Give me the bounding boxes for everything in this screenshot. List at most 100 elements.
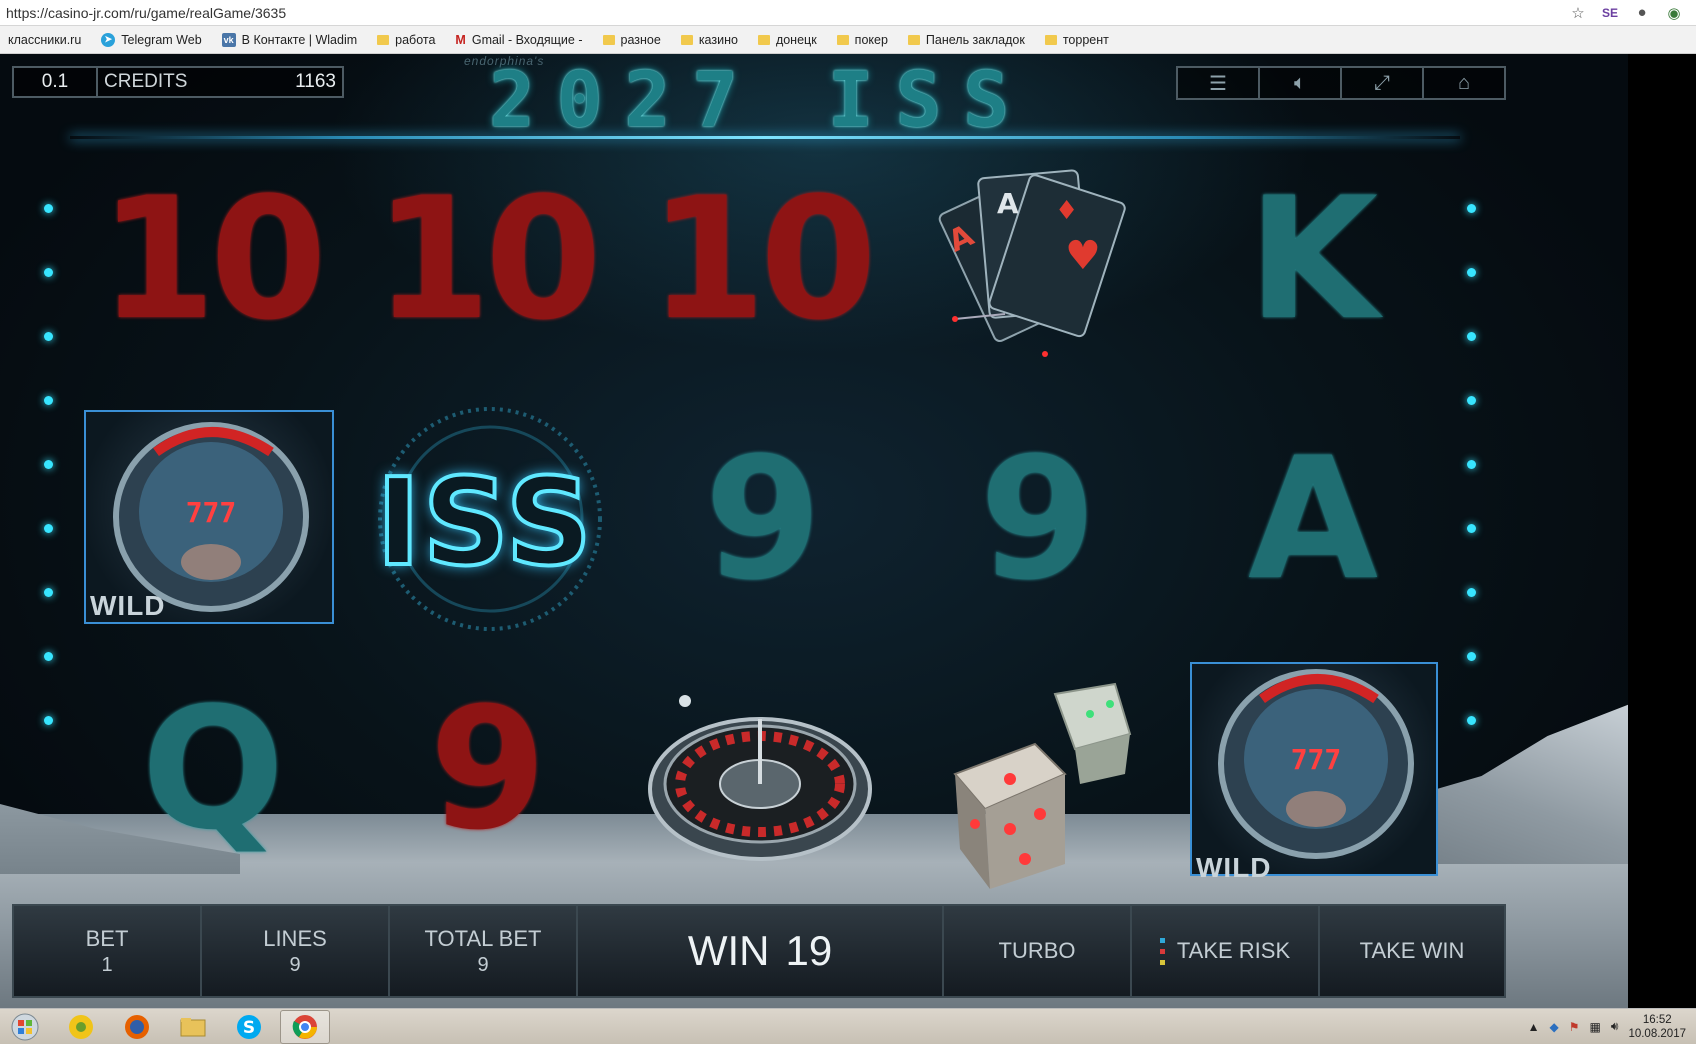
wild-label: WILD	[1196, 852, 1272, 883]
reel-4-row-2: 9	[905, 394, 1165, 644]
symbol-9: 9	[704, 421, 822, 617]
clock-time: 16:52	[1642, 1013, 1672, 1026]
bookmark-raznoe[interactable]: разное	[595, 33, 669, 47]
reel-3-row-1: 10	[630, 134, 890, 384]
bookmark-odnoklassniki[interactable]: классники.ru	[0, 33, 89, 47]
messenger-icon	[69, 1014, 93, 1039]
payline-dot	[44, 268, 53, 277]
tray-expand-icon[interactable]: ▲	[1528, 1020, 1540, 1034]
reel-1-row-3: Q	[80, 644, 340, 894]
taskbar-chrome[interactable]	[280, 1009, 330, 1044]
game-title: 2027 ISS	[488, 55, 1032, 144]
taskbar: S ▲ ◆ ⚑ ▦ 🔊︎ 16:52 10.08.2017	[0, 1008, 1696, 1044]
bookmark-rabota[interactable]: работа	[369, 33, 443, 47]
vk-icon: vk	[221, 32, 236, 47]
folder-icon	[377, 34, 390, 45]
bookmark-gmail[interactable]: M Gmail - Входящие -	[447, 33, 590, 47]
taskbar-firefox[interactable]	[112, 1010, 162, 1044]
taskbar-icq[interactable]	[56, 1010, 106, 1044]
extension-globe-icon[interactable]: ◉	[1664, 3, 1684, 23]
coin-value[interactable]: 0.1	[14, 68, 98, 96]
reel-3-row-2: 9	[630, 394, 890, 644]
payline-dot	[1467, 524, 1476, 533]
extension-icon[interactable]: SE	[1600, 3, 1620, 23]
bookmarks-bar: классники.ru ➤ Telegram Web vk В Контакте …	[0, 26, 1696, 54]
folder-icon	[180, 1017, 206, 1036]
home-icon: ⌂	[1457, 71, 1471, 94]
dropbox-icon[interactable]: ◆	[1550, 1020, 1559, 1034]
start-icon	[11, 1013, 39, 1040]
win-value: 19	[785, 927, 833, 974]
bookmark-telegram[interactable]: ➤ Telegram Web	[93, 32, 209, 47]
bookmark-panel[interactable]: Панель закладок	[900, 33, 1033, 47]
bet-control[interactable]: BET 1	[14, 906, 202, 996]
payline-dot	[1467, 396, 1476, 405]
start-button[interactable]	[0, 1010, 50, 1044]
symbol-iss-scatter: ISS	[374, 454, 595, 593]
reel-4-row-3	[905, 654, 1165, 904]
menu-button[interactable]: ☰	[1178, 68, 1260, 98]
user-icon[interactable]: ●	[1632, 3, 1652, 23]
reel-2-row-2: ISS	[355, 399, 615, 649]
top-controls: ☰ 🔈︎ ⤢ ⌂	[1176, 66, 1506, 100]
firefox-icon	[125, 1014, 149, 1039]
chrome-icon	[292, 1014, 317, 1039]
gmail-icon: M	[455, 32, 466, 47]
take-win-label: TAKE WIN	[1359, 938, 1465, 963]
reel-3-row-3	[630, 654, 890, 904]
reel-1-row-1: 10	[80, 134, 340, 384]
lines-control[interactable]: LINES 9	[202, 906, 390, 996]
payline-dot	[1467, 204, 1476, 213]
symbol-q: Q	[141, 671, 285, 867]
folder-icon	[836, 34, 849, 45]
turbo-label: TURBO	[998, 938, 1076, 963]
symbol-10: 10	[374, 161, 602, 357]
clock[interactable]: 16:52 10.08.2017	[1628, 1013, 1686, 1041]
payline-dot	[44, 396, 53, 405]
bet-value: 1	[101, 953, 113, 976]
symbol-9: 9	[979, 421, 1097, 617]
svg-text:A: A	[997, 187, 1019, 220]
reel-5-row-1: K	[1180, 134, 1440, 384]
slot-game: 0.1 CREDITS 1163 endorphina's 2027 ISS ☰…	[0, 54, 1628, 1008]
skype-icon: S	[237, 1014, 261, 1039]
total-bet-display: TOTAL BET 9	[390, 906, 578, 996]
reel-5-row-2: A	[1180, 394, 1440, 644]
payline-dot	[44, 524, 53, 533]
svg-text:♥: ♥	[1065, 233, 1101, 279]
wild-symbol-frame: 777 WILD	[84, 410, 334, 624]
flag-icon[interactable]: ⚑	[1569, 1020, 1580, 1034]
win-label: WIN	[687, 927, 770, 974]
right-payline-dots	[1467, 204, 1481, 725]
symbol-10: 10	[99, 161, 327, 357]
bookmark-kazino[interactable]: казино	[673, 33, 746, 47]
address-bar[interactable]: https://casino-jr.com/ru/game/realGame/3…	[0, 0, 1696, 26]
wild-label: WILD	[90, 590, 166, 621]
star-icon[interactable]: ☆	[1568, 3, 1588, 23]
dice-icon	[953, 682, 1132, 889]
folder-icon	[602, 34, 615, 45]
fullscreen-button[interactable]: ⤢	[1342, 68, 1424, 98]
system-tray: ▲ ◆ ⚑ ▦ 🔊︎ 16:52 10.08.2017	[1528, 1013, 1696, 1041]
home-button[interactable]: ⌂	[1424, 68, 1504, 98]
url-text[interactable]: https://casino-jr.com/ru/game/realGame/3…	[0, 5, 1568, 21]
folder-icon	[680, 34, 693, 45]
taskbar-explorer[interactable]	[168, 1010, 218, 1044]
turbo-button[interactable]: TURBO	[944, 906, 1132, 996]
bookmark-vk[interactable]: vk В Контакте | Wladim	[214, 32, 366, 47]
payline-dot	[1467, 716, 1476, 725]
bookmark-donetsk[interactable]: донецк	[750, 33, 825, 47]
bookmark-poker[interactable]: покер	[829, 33, 896, 47]
bookmark-torrent[interactable]: торрент	[1037, 33, 1117, 47]
sound-button[interactable]: 🔈︎	[1260, 68, 1342, 98]
payline-dot	[44, 652, 53, 661]
take-win-button[interactable]: TAKE WIN	[1320, 906, 1504, 996]
reel-2-row-3: 9	[355, 644, 615, 894]
taskbar-skype[interactable]: S	[224, 1010, 274, 1044]
network-icon[interactable]: ▦	[1590, 1020, 1601, 1034]
payline-dot	[44, 460, 53, 469]
volume-icon[interactable]: 🔊︎	[1611, 1019, 1619, 1034]
lines-label: LINES	[263, 925, 327, 951]
total-bet-value: 9	[477, 953, 489, 976]
take-risk-button[interactable]: TAKE RISK	[1132, 906, 1320, 996]
